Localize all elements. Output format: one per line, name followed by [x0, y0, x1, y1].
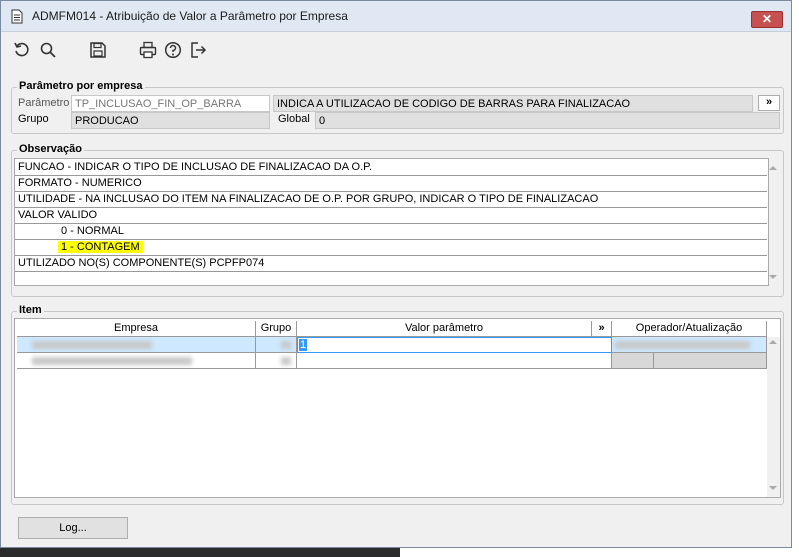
redacted-text: [615, 341, 750, 349]
table-row-empresa-cell[interactable]: [17, 337, 256, 353]
title-bar: ADMFM014 - Atribuição de Valor a Parâmet…: [1, 1, 791, 32]
observacao-line: UTILIZADO NO(S) COMPONENTE(S) PCPFP074: [15, 256, 767, 272]
table-row-atualizacao-cell: [654, 353, 767, 369]
global-field: 0: [315, 112, 780, 129]
table-row-grupo-cell[interactable]: [256, 337, 297, 353]
taskbar-strip: [0, 548, 400, 557]
scroll-up-icon[interactable]: [769, 340, 777, 344]
parametro-description-field: INDICA A UTILIZACAO DE CODIGO DE BARRAS …: [273, 95, 753, 112]
column-header-grupo[interactable]: Grupo: [256, 321, 297, 337]
redacted-text: [32, 357, 192, 365]
column-header-valor[interactable]: Valor parâmetro: [297, 321, 592, 337]
search-icon[interactable]: [39, 41, 57, 59]
table-row-operador-cell[interactable]: [612, 337, 767, 353]
help-icon[interactable]: [164, 41, 182, 59]
exit-icon[interactable]: [189, 41, 207, 59]
grupo-field: PRODUCAO: [71, 112, 270, 129]
valor-input-selection[interactable]: 1: [299, 339, 308, 351]
column-header-empresa[interactable]: Empresa: [17, 321, 256, 337]
app-window: ADMFM014 - Atribuição de Valor a Parâmet…: [0, 0, 792, 548]
redacted-text: [32, 341, 152, 349]
log-button[interactable]: Log...: [18, 517, 128, 539]
print-icon[interactable]: [139, 41, 157, 59]
observacao-line: 1 - CONTAGEM: [15, 240, 767, 256]
redacted-text: [281, 357, 291, 365]
valor-more-button[interactable]: »: [592, 321, 612, 337]
scroll-down-icon[interactable]: [769, 275, 777, 279]
observacao-line: UTILIDADE - NA INCLUSAO DO ITEM NA FINAL…: [15, 192, 767, 208]
item-legend: Item: [17, 304, 44, 316]
observacao-line: FUNCAO - INDICAR O TIPO DE INCLUSAO DE F…: [15, 160, 767, 176]
observacao-line: FORMATO - NUMERICO: [15, 176, 767, 192]
window-title: ADMFM014 - Atribuição de Valor a Parâmet…: [32, 9, 348, 23]
scroll-up-icon[interactable]: [769, 166, 777, 170]
observacao-legend: Observação: [17, 143, 84, 155]
table-row-empresa-cell[interactable]: [17, 353, 256, 369]
table-row-valor-cell[interactable]: [297, 353, 612, 369]
table-row-grupo-cell[interactable]: [256, 353, 297, 369]
parametro-field[interactable]: TP_INCLUSAO_FIN_OP_BARRA: [71, 95, 270, 112]
observacao-line: 0 - NORMAL: [15, 224, 767, 240]
global-label: Global: [278, 113, 310, 125]
document-icon: [11, 9, 23, 24]
item-scrollbar[interactable]: [767, 337, 780, 497]
parametro-label: Parâmetro: [18, 97, 70, 109]
undo-icon[interactable]: [13, 41, 31, 59]
toolbar: [1, 33, 791, 69]
item-grid: Empresa Grupo Valor parâmetro » Operador…: [14, 318, 781, 498]
table-row-operador-cell: [612, 353, 654, 369]
column-header-operador[interactable]: Operador/Atualização: [612, 321, 767, 337]
table-row-valor-cell[interactable]: 1: [297, 337, 612, 353]
scroll-down-icon[interactable]: [769, 486, 777, 490]
observacao-line: VALOR VALIDO: [15, 208, 767, 224]
save-icon[interactable]: [89, 41, 107, 59]
close-button[interactable]: ✕: [751, 11, 783, 28]
grupo-label: Grupo: [18, 113, 49, 125]
observacao-list: FUNCAO - INDICAR O TIPO DE INCLUSAO DE F…: [14, 158, 769, 286]
parametro-por-empresa-legend: Parâmetro por empresa: [17, 80, 145, 92]
highlighted-valor: 1 - CONTAGEM: [58, 241, 143, 253]
redacted-text: [281, 341, 291, 349]
parametro-more-button[interactable]: »: [758, 95, 780, 111]
